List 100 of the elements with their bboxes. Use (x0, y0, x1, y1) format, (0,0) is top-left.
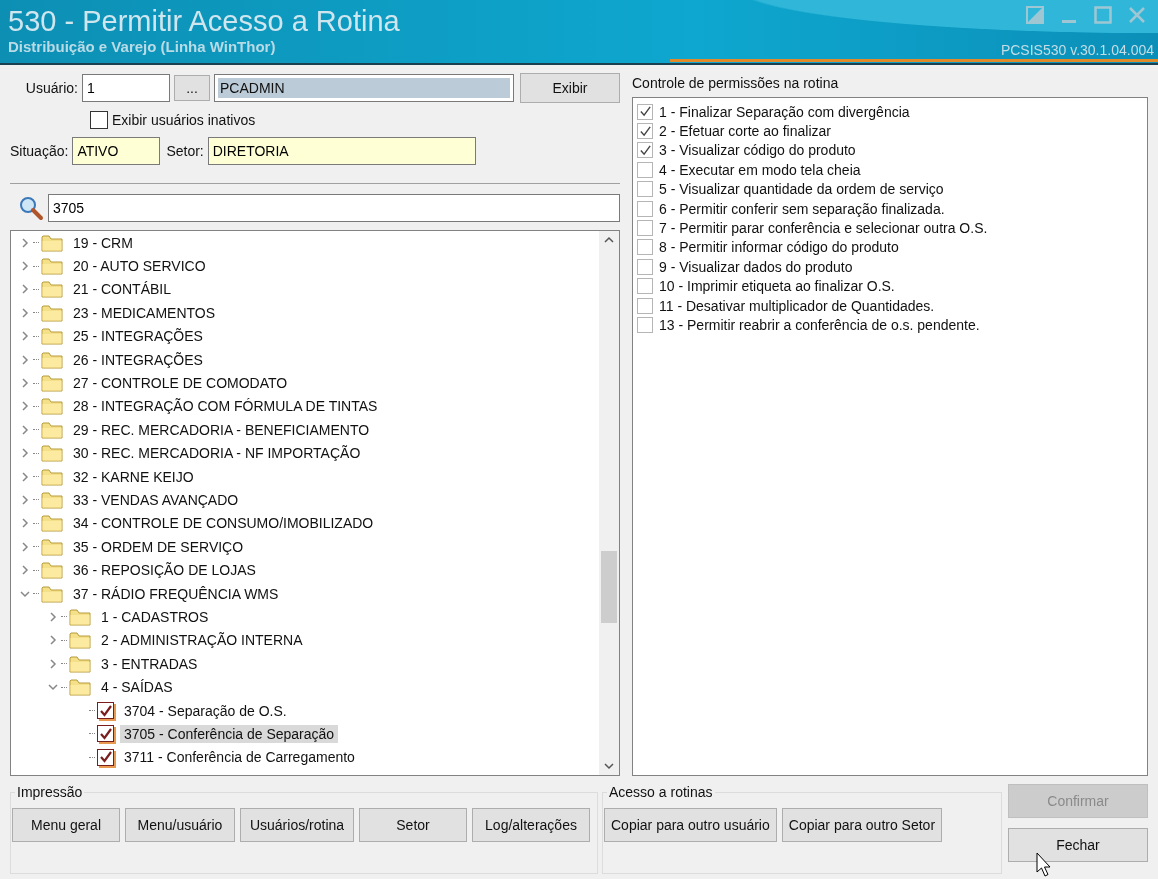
copy-button[interactable]: Copiar para outro Setor (781, 808, 943, 842)
folder-icon (41, 491, 63, 509)
scroll-up-icon[interactable] (603, 235, 615, 245)
tree-item[interactable]: 30 - REC. MERCADORIA - NF IMPORTAÇÃO (69, 444, 365, 463)
tree-item[interactable]: 32 - KARNE KEIJO (69, 467, 198, 486)
tree-item[interactable]: 3705 - Conferência de Separação (120, 724, 339, 743)
tree-item[interactable]: 25 - INTEGRAÇÕES (69, 327, 207, 346)
permission-label: 2 - Efetuar corte ao finalizar (659, 123, 831, 140)
tree-item[interactable]: 23 - MEDICAMENTOS (69, 303, 220, 322)
status-field[interactable]: ATIVO (72, 137, 161, 165)
expander-icon[interactable] (19, 494, 31, 506)
sector-field[interactable]: DIRETORIA (207, 137, 476, 165)
checkbox[interactable] (637, 142, 653, 159)
expander-icon[interactable] (19, 400, 31, 413)
browse-button[interactable]: ... (174, 75, 210, 101)
tree-item[interactable]: 2 - ADMINISTRAÇÃO INTERNA (97, 631, 307, 650)
tree-item[interactable]: 21 - CONTÁBIL (69, 280, 176, 299)
tree-item[interactable]: 37 - RÁDIO FREQUÊNCIA WMS (69, 584, 283, 603)
status-label: Situação: (10, 143, 69, 159)
permission-label: 13 - Permitir reabrir a conferência de o.s. pendente. (659, 317, 980, 333)
folder-icon (41, 514, 63, 533)
folder-icon (41, 374, 63, 393)
checkbox[interactable] (97, 748, 114, 766)
checkbox[interactable] (637, 317, 653, 333)
checkbox[interactable] (637, 297, 653, 314)
tree-item[interactable]: 34 - CONTROLE DE CONSUMO/IMOBILIZADO (69, 514, 378, 533)
checkbox[interactable] (637, 258, 653, 275)
permission-label: 4 - Executar em modo tela cheia (659, 161, 861, 178)
checkbox[interactable] (637, 103, 653, 120)
expander-icon[interactable] (19, 353, 31, 366)
expander-icon[interactable] (19, 517, 31, 530)
folder-icon (41, 420, 63, 439)
expander-icon[interactable] (19, 564, 31, 577)
folder-icon (69, 654, 91, 673)
scroll-down-icon[interactable] (603, 761, 615, 771)
tree-item[interactable]: 3704 - Separação de O.S. (120, 701, 291, 720)
tree-item[interactable]: 29 - REC. MERCADORIA - BENEFICIAMENTO (69, 420, 374, 439)
folder-icon (41, 303, 63, 322)
expander-icon[interactable] (47, 657, 59, 670)
checkbox[interactable] (637, 239, 653, 256)
user-code-field[interactable]: 1 (82, 74, 170, 102)
expander-icon[interactable] (19, 306, 31, 319)
group-title: Impressão (16, 784, 84, 800)
expander-icon[interactable] (19, 260, 31, 273)
checkbox[interactable] (637, 220, 653, 237)
checkbox[interactable] (637, 123, 653, 140)
tree-item[interactable]: 28 - INTEGRAÇÃO COM FÓRMULA DE TINTAS (69, 397, 382, 416)
expander-icon[interactable] (19, 330, 31, 343)
checkbox[interactable] (637, 200, 653, 217)
tree-item[interactable]: 35 - ORDEM DE SERVIÇO (69, 537, 248, 556)
tree-item[interactable]: 3 - ENTRADAS (97, 654, 202, 673)
folder-icon (69, 607, 91, 626)
scroll-thumb[interactable] (601, 551, 617, 623)
expander-icon[interactable] (19, 447, 31, 460)
search-icon (18, 195, 44, 221)
checkbox[interactable] (637, 278, 653, 295)
expander-icon[interactable] (19, 423, 31, 436)
folder-icon (41, 350, 63, 369)
expander-icon[interactable] (47, 634, 59, 647)
expander-icon[interactable] (19, 283, 31, 296)
folder-icon (41, 467, 63, 486)
folder-icon (69, 678, 91, 697)
print-button[interactable]: Setor (359, 808, 467, 842)
print-button[interactable]: Menu geral (12, 808, 120, 842)
expander-icon[interactable] (19, 540, 31, 553)
checkbox[interactable] (637, 181, 653, 198)
scrollbar[interactable] (599, 231, 619, 775)
copy-button[interactable]: Copiar para outro usuário (604, 808, 777, 842)
print-button[interactable]: Menu/usuário (125, 808, 235, 842)
tree-item[interactable]: 26 - INTEGRAÇÕES (69, 350, 207, 369)
tree-item[interactable]: 27 - CONTROLE DE COMODATO (69, 374, 292, 393)
action-button[interactable]: Fechar (1008, 828, 1148, 862)
search-field[interactable]: 3705 (48, 194, 620, 222)
checkbox[interactable] (97, 702, 114, 719)
permission-label: 10 - Imprimir etiqueta ao finalizar O.S. (659, 278, 895, 295)
window-title: 530 - Permitir Acesso a Rotina (8, 4, 400, 38)
checkbox[interactable] (90, 111, 108, 129)
tree-item[interactable]: 4 - SAÍDAS (97, 678, 177, 697)
expander-icon[interactable] (19, 470, 31, 483)
folder-icon (41, 327, 63, 346)
tree-item[interactable]: 20 - AUTO SERVICO (69, 257, 210, 276)
tree-item[interactable]: 33 - VENDAS AVANÇADO (69, 491, 243, 509)
tree-item[interactable]: 19 - CRM (69, 233, 137, 252)
folder-icon (41, 280, 63, 299)
user-name-field[interactable]: PCADMIN (214, 74, 514, 102)
tree-item[interactable]: 1 - CADASTROS (97, 607, 213, 626)
folder-icon (69, 631, 91, 650)
expander-icon[interactable] (19, 236, 31, 249)
folder-icon (41, 257, 63, 276)
checkbox[interactable] (97, 725, 114, 743)
permission-label: 8 - Permitir informar código do produto (659, 239, 899, 256)
expander-icon[interactable] (19, 377, 31, 390)
print-button[interactable]: Log/alterações (472, 808, 590, 842)
tree-item[interactable]: 3711 - Conferência de Carregamento (120, 748, 359, 767)
show-button[interactable]: Exibir (520, 73, 620, 103)
checkbox[interactable] (637, 161, 653, 178)
expander-icon[interactable] (47, 610, 59, 623)
print-button[interactable]: Usuários/rotina (240, 808, 354, 842)
tree-item[interactable]: 36 - REPOSIÇÃO DE LOJAS (69, 561, 260, 580)
folder-icon (41, 397, 63, 416)
